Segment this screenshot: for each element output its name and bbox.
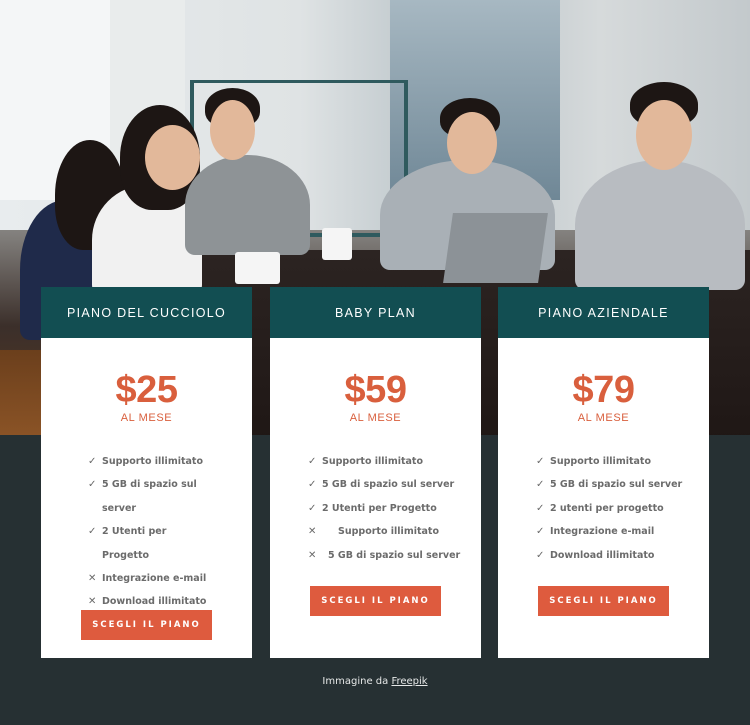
- check-icon: ✓: [88, 456, 97, 467]
- pricing-cards: PIANO DEL CUCCIOLO $25 AL MESE ✓ Supporto…: [41, 287, 709, 658]
- feature-text: 2 Utenti per Progetto: [322, 502, 437, 514]
- plan-title: PIANO AZIENDALE: [498, 287, 709, 338]
- choose-plan-button[interactable]: SCEGLI IL PIANO: [538, 586, 669, 616]
- feature-text: Supporto illimitato: [550, 456, 651, 467]
- image-credit: Immagine da Freepik: [0, 676, 750, 687]
- plan-title: PIANO DEL CUCCIOLO: [41, 287, 252, 338]
- cross-icon: ✕: [88, 573, 97, 585]
- check-icon: ✓: [88, 526, 97, 538]
- feature-item: ✓ 5 GB di spazio sul server: [308, 473, 478, 496]
- plan-period: AL MESE: [577, 412, 630, 424]
- cross-icon: ✕: [308, 526, 317, 538]
- check-icon: ✓: [308, 502, 317, 514]
- plan-price: $59: [344, 369, 407, 411]
- pricing-card-baby: BABY PLAN $59 AL MESE ✓ Supporto illimita…: [270, 287, 481, 658]
- check-icon: ✓: [88, 479, 97, 491]
- feature-text: 5 GB di spazio sul server: [550, 479, 683, 491]
- feature-text: Supporto illimitato: [102, 456, 203, 467]
- feature-text: Supporto illimitato: [322, 456, 423, 467]
- feature-text: Download illimitato: [550, 549, 655, 561]
- feature-item: ✓ 5 GB di spazio sul server: [536, 473, 706, 496]
- feature-item: ✕ Integrazione e-mail: [88, 567, 208, 590]
- feature-item: ✓ 2 Utenti per Progetto: [88, 520, 208, 567]
- check-icon: ✓: [308, 456, 317, 467]
- feature-text: 5 GB di spazio sul server: [102, 479, 197, 514]
- feature-item: ✓ Supporto illimitato: [308, 450, 478, 473]
- feature-text: Integrazione e-mail: [102, 573, 207, 585]
- credit-prefix: Immagine da: [322, 676, 392, 687]
- plan-period: AL MESE: [120, 412, 173, 424]
- mug: [322, 228, 352, 260]
- feature-item: ✓ Download illimitato: [536, 544, 706, 567]
- check-icon: ✓: [536, 549, 545, 561]
- feature-text: Integrazione e-mail: [550, 526, 655, 538]
- feature-list: ✓ Supporto illimitato ✓ 5 GB di spazio sul…: [88, 450, 208, 614]
- feature-text: 2 utenti per progetto: [550, 502, 664, 514]
- feature-item: ✓ 5 GB di spazio sul server: [88, 473, 208, 520]
- pricing-card-aziendale: PIANO AZIENDALE $79 AL MESE ✓ Supporto il…: [498, 287, 709, 658]
- feature-text: Supporto illimitato: [338, 526, 439, 538]
- plan-title: BABY PLAN: [270, 287, 481, 338]
- feature-text: 5 GB di spazio sul server: [322, 479, 455, 491]
- mug: [235, 252, 280, 284]
- check-icon: ✓: [308, 479, 317, 491]
- person-5-face: [636, 100, 692, 170]
- feature-item: ✓ 2 utenti per progetto: [536, 497, 706, 520]
- feature-text: 2 Utenti per Progetto: [102, 526, 167, 561]
- cross-icon: ✕: [308, 549, 317, 561]
- laptop: [443, 213, 548, 283]
- check-icon: ✓: [536, 456, 545, 467]
- feature-item: ✓ Integrazione e-mail: [536, 520, 706, 543]
- feature-list: ✓ Supporto illimitato ✓ 5 GB di spazio sul…: [536, 450, 706, 567]
- plan-price: $25: [115, 369, 178, 411]
- feature-item: ✓ 2 Utenti per Progetto: [308, 497, 478, 520]
- plan-price: $79: [572, 369, 635, 411]
- feature-item: ✓ Supporto illimitato: [536, 450, 706, 473]
- feature-item: ✓ Supporto illimitato: [88, 450, 208, 473]
- check-icon: ✓: [536, 502, 545, 514]
- plan-period: AL MESE: [349, 412, 402, 424]
- choose-plan-button[interactable]: SCEGLI IL PIANO: [310, 586, 441, 616]
- pricing-card-cucciolo: PIANO DEL CUCCIOLO $25 AL MESE ✓ Supporto…: [41, 287, 252, 658]
- feature-list: ✓ Supporto illimitato ✓ 5 GB di spazio sul…: [308, 450, 478, 567]
- check-icon: ✓: [536, 526, 545, 538]
- chair: [0, 350, 45, 435]
- feature-item: ✕ 5 GB di spazio sul server: [308, 544, 478, 567]
- choose-plan-button[interactable]: SCEGLI IL PIANO: [81, 610, 212, 640]
- person-3: [185, 155, 310, 255]
- feature-item: ✕ Supporto illimitato: [308, 520, 478, 543]
- person-5: [575, 160, 745, 290]
- person-3-face: [210, 100, 255, 160]
- feature-text: 5 GB di spazio sul server: [328, 549, 461, 561]
- check-icon: ✓: [536, 479, 545, 491]
- freepik-link[interactable]: Freepik: [391, 676, 427, 687]
- person-4-face: [447, 112, 497, 174]
